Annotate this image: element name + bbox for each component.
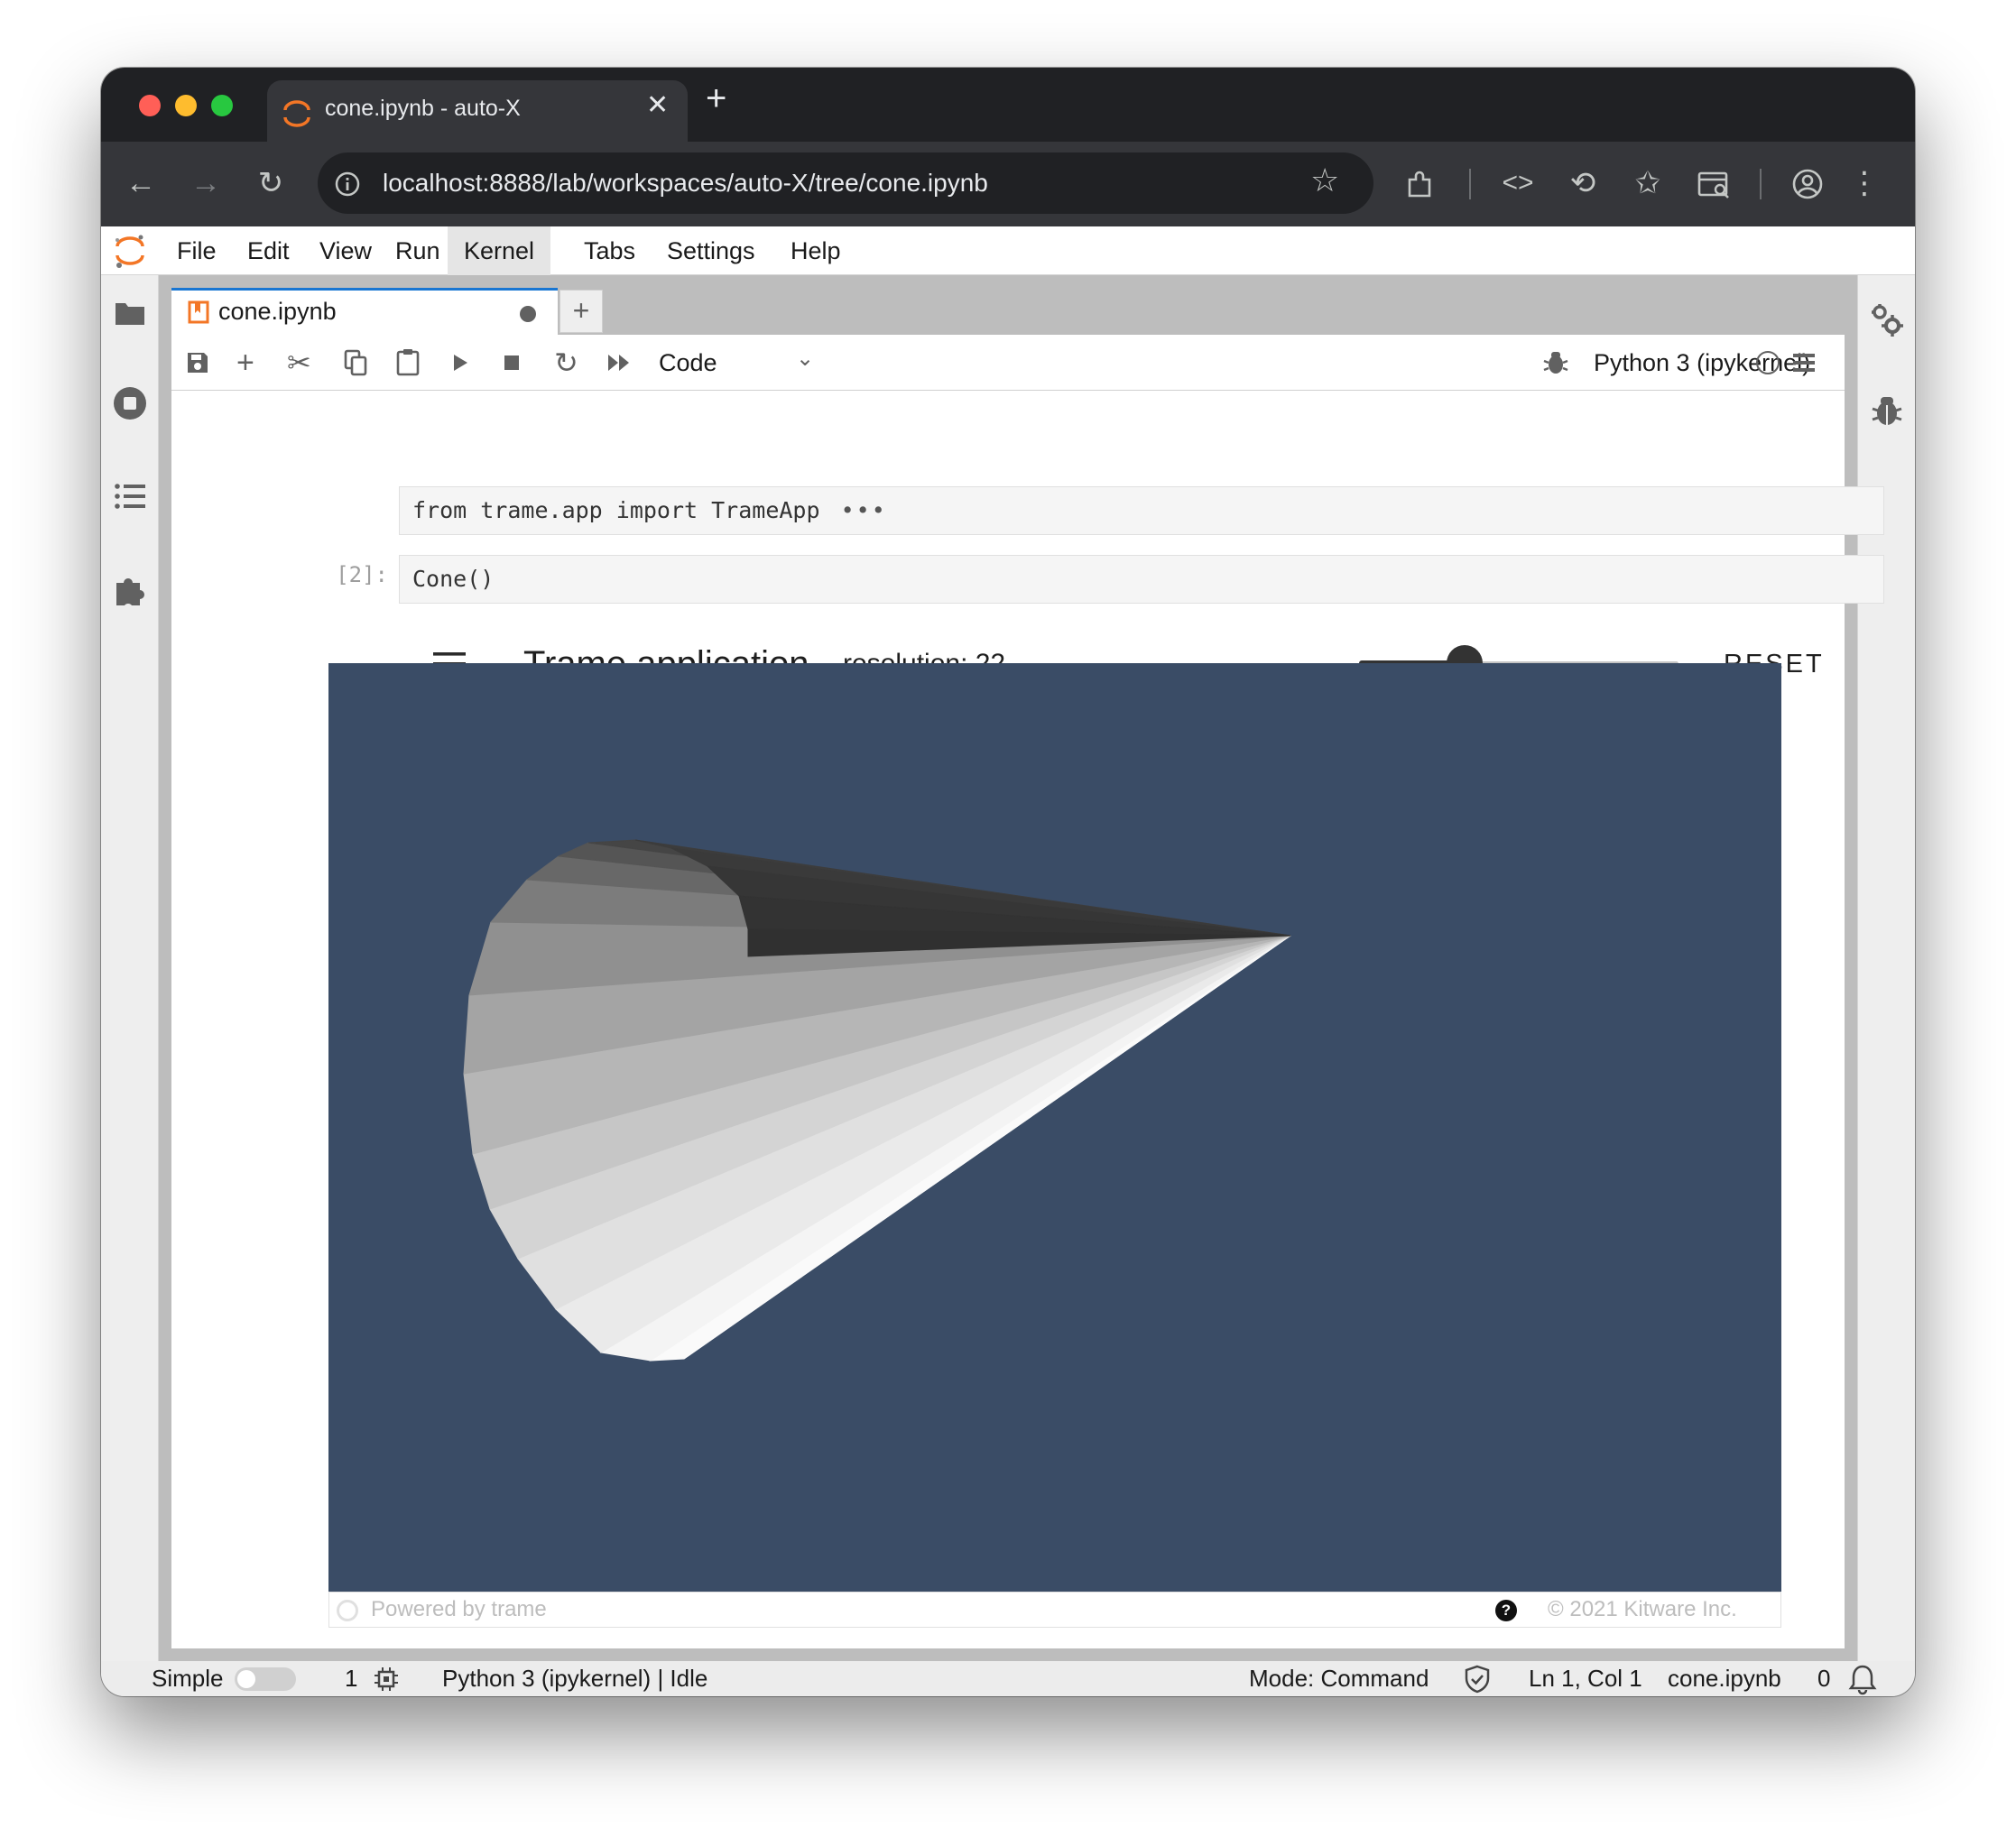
notebook-menu-icon[interactable]: [1792, 351, 1816, 374]
status-filename: cone.ipynb: [1668, 1665, 1781, 1692]
property-inspector-gears-icon[interactable]: [1869, 302, 1905, 338]
jupyter-menubar: File Edit View Run Kernel Tabs Settings …: [101, 226, 1915, 275]
extensions-icon[interactable]: [1404, 169, 1437, 201]
profile-icon[interactable]: [1790, 167, 1825, 201]
new-tab-icon[interactable]: +: [706, 78, 726, 119]
simple-mode-label: Simple: [152, 1665, 224, 1692]
cell-2-code: Cone(): [412, 566, 495, 592]
trame-footer: Powered by trame ? © 2021 Kitware Inc.: [328, 1592, 1781, 1628]
tab-search-icon[interactable]: [1697, 169, 1733, 201]
devtools-code-icon[interactable]: <>: [1496, 165, 1540, 201]
back-icon[interactable]: ←: [119, 165, 162, 201]
cell-1-input[interactable]: from trame.app import TrameApp •••: [399, 486, 1884, 535]
cell-1-code: from trame.app import TrameApp: [412, 497, 820, 523]
kernel-status[interactable]: Python 3 (ipykernel) | Idle: [442, 1661, 707, 1696]
browser-tabstrip: cone.ipynb - auto-X ✕ +: [101, 68, 1915, 142]
cell-2-prompt: [2]:: [336, 562, 388, 587]
browser-window: cone.ipynb - auto-X ✕ + ← → ↻ localhost:…: [101, 68, 1915, 1696]
cone-render: [463, 839, 1291, 1362]
notification-bell-icon[interactable]: [1846, 1663, 1879, 1695]
extension-manager-icon[interactable]: [114, 573, 146, 607]
menu-edit[interactable]: Edit: [231, 226, 306, 275]
menu-kernel[interactable]: Kernel: [448, 226, 551, 275]
browser-toolbar: ← → ↻ localhost:8888/lab/workspaces/auto…: [101, 142, 1915, 226]
close-window-button[interactable]: [139, 95, 161, 116]
url-text[interactable]: localhost:8888/lab/workspaces/auto-X/tre…: [383, 152, 988, 214]
cut-icon[interactable]: ✂: [287, 346, 311, 380]
cell-type-dropdown[interactable]: Code ⌄: [659, 344, 821, 382]
copy-icon[interactable]: [343, 349, 368, 376]
cell-2-input[interactable]: Cone(): [399, 555, 1884, 604]
powered-by-text[interactable]: Powered by trame: [371, 1593, 547, 1627]
chevron-down-icon: ⌄: [796, 346, 815, 371]
new-launcher-tab-button[interactable]: +: [559, 290, 603, 333]
shield-check-icon[interactable]: [1464, 1665, 1491, 1694]
toolbar-divider: [1469, 169, 1471, 199]
terminal-count[interactable]: 1: [345, 1661, 357, 1696]
restart-run-all-icon[interactable]: [606, 353, 632, 373]
cell-type-label: Code: [659, 349, 717, 376]
running-kernels-icon[interactable]: [112, 385, 148, 421]
jupyter-logo-icon[interactable]: [112, 232, 148, 270]
notification-count[interactable]: 0: [1817, 1661, 1830, 1696]
simple-mode-toggle[interactable]: [235, 1667, 296, 1691]
save-icon[interactable]: [186, 351, 209, 374]
forward-icon[interactable]: →: [184, 165, 227, 201]
notebook-document-tab[interactable]: cone.ipynb: [171, 288, 558, 335]
file-browser-icon[interactable]: [114, 299, 146, 328]
bookmark-star-icon[interactable]: ☆: [1310, 162, 1339, 199]
unsaved-dot-icon[interactable]: [520, 306, 536, 322]
close-tab-icon[interactable]: ✕: [646, 89, 669, 121]
insert-cell-icon[interactable]: +: [236, 346, 254, 381]
history-icon[interactable]: ⟲: [1561, 165, 1604, 201]
address-bar[interactable]: localhost:8888/lab/workspaces/auto-X/tre…: [318, 152, 1373, 214]
browser-menu-icon[interactable]: ⋮: [1843, 165, 1886, 201]
help-icon[interactable]: ?: [1495, 1600, 1517, 1621]
browser-tab-title: cone.ipynb - auto-X: [325, 96, 521, 121]
toolbar-divider: [1760, 169, 1762, 199]
jupyter-favicon-icon: [283, 100, 310, 127]
browser-tab[interactable]: cone.ipynb - auto-X ✕: [267, 80, 688, 142]
minimize-window-button[interactable]: [175, 95, 197, 116]
vtk-render-view[interactable]: [328, 663, 1781, 1592]
copyright-text: © 2021 Kitware Inc.: [1548, 1597, 1737, 1621]
jupyter-statusbar: Simple 1 Python 3 (ipykernel) | Idle Mod…: [101, 1661, 1915, 1696]
interrupt-kernel-icon[interactable]: [504, 355, 520, 371]
cursor-position[interactable]: Ln 1, Col 1: [1529, 1661, 1642, 1696]
trame-logo-icon: [337, 1600, 358, 1621]
paste-icon[interactable]: [395, 347, 421, 376]
kernel-cpu-icon[interactable]: [374, 1666, 399, 1692]
menu-help[interactable]: Help: [774, 226, 857, 275]
reload-icon[interactable]: ↻: [249, 165, 292, 201]
cone-facets: [463, 839, 1291, 1362]
notebook-file-icon: [188, 300, 209, 324]
collapsed-ellipsis-icon[interactable]: •••: [841, 497, 887, 523]
menu-settings[interactable]: Settings: [651, 226, 772, 275]
restart-kernel-icon[interactable]: ↻: [554, 346, 578, 380]
maximize-window-button[interactable]: [211, 95, 233, 116]
menu-file[interactable]: File: [161, 226, 233, 275]
menu-run[interactable]: Run: [379, 226, 457, 275]
menu-view[interactable]: View: [303, 226, 388, 275]
menu-tabs[interactable]: Tabs: [568, 226, 652, 275]
table-of-contents-icon[interactable]: [114, 481, 146, 512]
left-sidebar: [101, 275, 159, 1661]
right-sidebar: [1857, 275, 1915, 1661]
notebook-tab-label: cone.ipynb: [218, 298, 337, 325]
kernel-idle-indicator-icon: [1756, 351, 1780, 374]
kernel-debugger-bug-icon[interactable]: [1543, 349, 1568, 376]
run-cell-icon[interactable]: [451, 353, 469, 373]
notebook-toolbar: + ✂ ↻ Code ⌄ Python 3 (ipykernel): [171, 335, 1845, 391]
site-info-icon[interactable]: [334, 171, 361, 198]
debugger-bug-icon[interactable]: [1871, 392, 1903, 429]
bookmarks-icon[interactable]: ✩: [1626, 165, 1669, 201]
notebook-mode: Mode: Command: [1249, 1665, 1429, 1692]
